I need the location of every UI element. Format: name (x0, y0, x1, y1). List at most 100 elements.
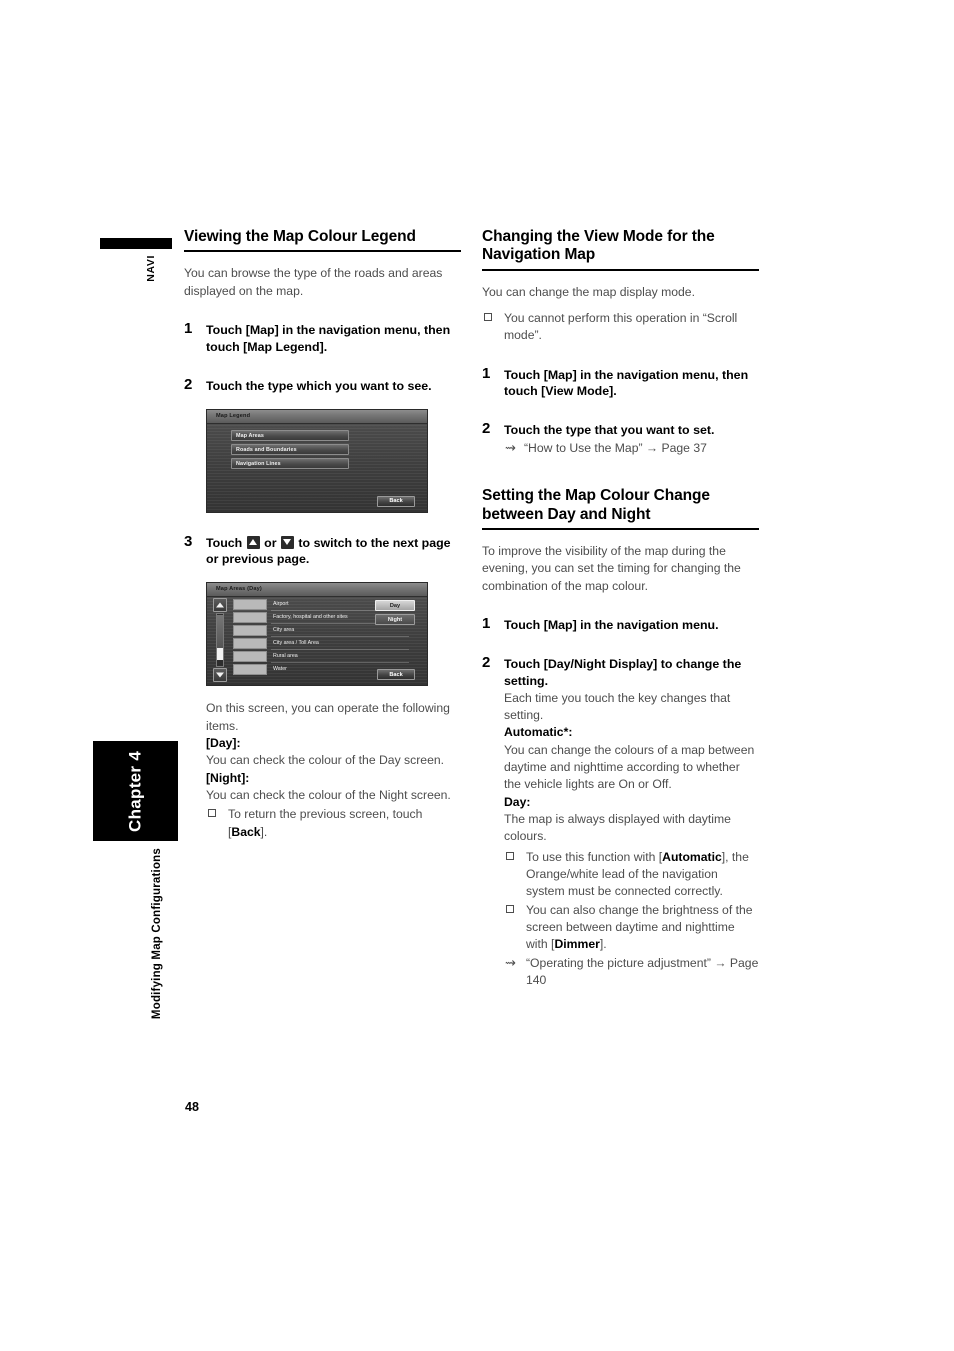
screen-titlebar: Map Legend (207, 409, 427, 424)
day-item-label: [Day]: (206, 735, 241, 750)
note-orange-white-lead-a: To use this function with [ (526, 849, 663, 864)
day-night-step-2-note: Each time you touch the key changes that… (504, 690, 731, 722)
screenshot-map-areas-day: Map Areas (Day) Airport Factory, hospita… (206, 582, 428, 687)
section-title-map-colour-legend: Viewing the Map Colour Legend (184, 228, 461, 253)
day-night-intro: To improve the visibility of the map dur… (482, 544, 741, 593)
step-2: 2 Touch the type which you want to see. (184, 375, 461, 395)
chapter-tab: Chapter 4 (93, 741, 178, 841)
note-return-text-a: To return the previous screen, touch (228, 807, 423, 822)
screen-button-navigation-lines[interactable]: Navigation Lines (231, 457, 349, 469)
page-number: 48 (185, 1100, 199, 1114)
day-mode-text: The map is always displayed with daytime… (504, 811, 731, 844)
view-mode-step-1-text: Touch [Map] in the navigation menu, then… (504, 367, 749, 399)
square-bullet-icon (484, 312, 492, 321)
row-divider (271, 649, 409, 651)
note-scroll-mode-text: You cannot perform this operation in “Sc… (504, 310, 738, 343)
xref-how-to-use-the-map: ⇝ “How to Use the Map” → Page 37 (504, 440, 759, 457)
list-row-label: City area (273, 627, 295, 634)
step-1-text: Touch [Map] in the navigation menu, then… (206, 322, 451, 354)
screen-back-label: Back (389, 498, 403, 505)
screen-day-label: Day (389, 602, 401, 609)
hook-arrow-icon: ⇝ (505, 954, 516, 970)
note-return-previous-screen: To return the previous screen, touch [Ba… (206, 806, 461, 841)
screen-back-button[interactable]: Back (377, 669, 415, 681)
square-bullet-icon (208, 809, 216, 818)
day-night-step-1-number: 1 (482, 615, 491, 632)
xref-picture-adjustment: ⇝ “Operating the picture adjustment” → Pa… (504, 955, 759, 990)
note-return-back-key: Back (231, 824, 261, 839)
colour-swatch (233, 612, 267, 624)
scroll-up-arrow-icon[interactable] (213, 598, 227, 613)
note-dimmer-brightness: You can also change the brightness of th… (504, 902, 759, 954)
row-divider (271, 662, 409, 664)
view-mode-step-1-number: 1 (482, 364, 491, 382)
square-bullet-icon (506, 904, 514, 913)
right-column: Changing the View Mode for the Navigatio… (482, 228, 759, 989)
step-3-text: Touch or to switch to the next page or p… (206, 535, 461, 569)
navi-marker-bar (100, 238, 172, 249)
screen-title: Map Legend (216, 412, 251, 419)
list-row-label: Factory, hospital and other sites (273, 614, 348, 621)
intro-paragraph: You can browse the type of the roads and… (184, 266, 443, 298)
chapter-tab-label: Chapter 4 (125, 750, 145, 832)
list-row-label: Airport (273, 601, 289, 608)
scroll-thumb[interactable] (217, 615, 223, 649)
note-scroll-mode: You cannot perform this operation in “Sc… (482, 310, 759, 345)
automatic-text: You can change the colours of a map betw… (504, 742, 755, 792)
chapter-subtitle: Modifying Map Configurations (151, 848, 163, 1020)
manual-page: NAVI Chapter 4 Modifying Map Configurati… (0, 0, 954, 1351)
screenshot-map-legend: Map Legend Map Areas Roads and Boundarie… (206, 408, 428, 513)
step-3: 3 Touch or to switch to the next page or… (184, 533, 461, 569)
step-2-number: 2 (184, 375, 193, 393)
view-mode-step-1: 1 Touch [Map] in the navigation menu, th… (482, 364, 759, 401)
day-night-step-2: 2 Touch [Day/Night Display] to change th… (482, 654, 759, 990)
hook-arrow-icon: ⇝ (505, 440, 516, 456)
up-arrow-key-icon (246, 535, 260, 549)
navi-section-label: NAVI (145, 255, 157, 282)
automatic-label: Automatic*: (504, 725, 573, 740)
row-divider (271, 636, 409, 638)
screen-scrollbar[interactable] (213, 598, 227, 683)
xref-how-to-use-the-map-text: “How to Use the Map” → Page 37 (524, 441, 707, 456)
note-dimmer-b: ]. (599, 937, 607, 952)
scroll-down-arrow-icon[interactable] (213, 668, 227, 683)
step-3-text-part-b: or (260, 535, 280, 550)
screen-button-roads-boundaries-label: Roads and Boundaries (236, 446, 297, 453)
list-row-label: Rural area (273, 653, 298, 660)
screen-titlebar: Map Areas (Day) (207, 583, 427, 598)
step-3-text-part-a: Touch (206, 535, 246, 550)
note-return-bracket-close: ]. (260, 824, 268, 839)
screen-day-button[interactable]: Day (375, 600, 415, 612)
list-row-label: City area / Toll Area (273, 640, 319, 647)
after-screenshot-intro: On this screen, you can operate the foll… (206, 701, 450, 733)
day-night-step-1: 1 Touch [Map] in the navigation menu. (482, 615, 759, 634)
left-column: Viewing the Map Colour Legend You can br… (184, 228, 461, 841)
screen-button-map-areas-label: Map Areas (236, 432, 264, 439)
colour-swatch (233, 625, 267, 637)
screen-button-navigation-lines-label: Navigation Lines (236, 460, 281, 467)
step-1: 1 Touch [Map] in the navigation menu, th… (184, 319, 461, 356)
day-night-step-1-text: Touch [Map] in the navigation menu. (504, 618, 719, 632)
section-title-view-mode: Changing the View Mode for the Navigatio… (482, 228, 759, 271)
screen-night-button[interactable]: Night (375, 614, 415, 626)
xref-picture-adjustment-text: “Operating the picture adjustment” → Pag… (526, 955, 759, 987)
screen-back-label: Back (389, 671, 403, 678)
screen-button-map-areas[interactable]: Map Areas (231, 429, 349, 441)
scroll-thumb-highlight[interactable] (217, 648, 223, 661)
day-night-step-2-text: Touch [Day/Night Display] to change the … (504, 656, 742, 688)
note-automatic-keyword: Automatic (662, 849, 722, 864)
down-arrow-key-icon (280, 535, 294, 549)
night-item-text: You can check the colour of the Night sc… (206, 787, 451, 802)
note-orange-white-lead: To use this function with [Automatic], t… (504, 849, 759, 901)
screen-button-roads-boundaries[interactable]: Roads and Boundaries (231, 443, 349, 455)
screen-back-button[interactable]: Back (377, 495, 415, 507)
step-1-number: 1 (184, 319, 193, 337)
view-mode-step-2-text: Touch the type that you want to set. (504, 423, 715, 438)
note-dimmer-keyword: Dimmer (554, 937, 600, 952)
screen-night-label: Night (387, 616, 403, 623)
list-row-label: Water (273, 666, 287, 673)
colour-swatch (233, 664, 267, 676)
colour-swatch (233, 651, 267, 663)
view-mode-step-2-number: 2 (482, 420, 491, 438)
night-item-label: [Night]: (206, 770, 250, 785)
